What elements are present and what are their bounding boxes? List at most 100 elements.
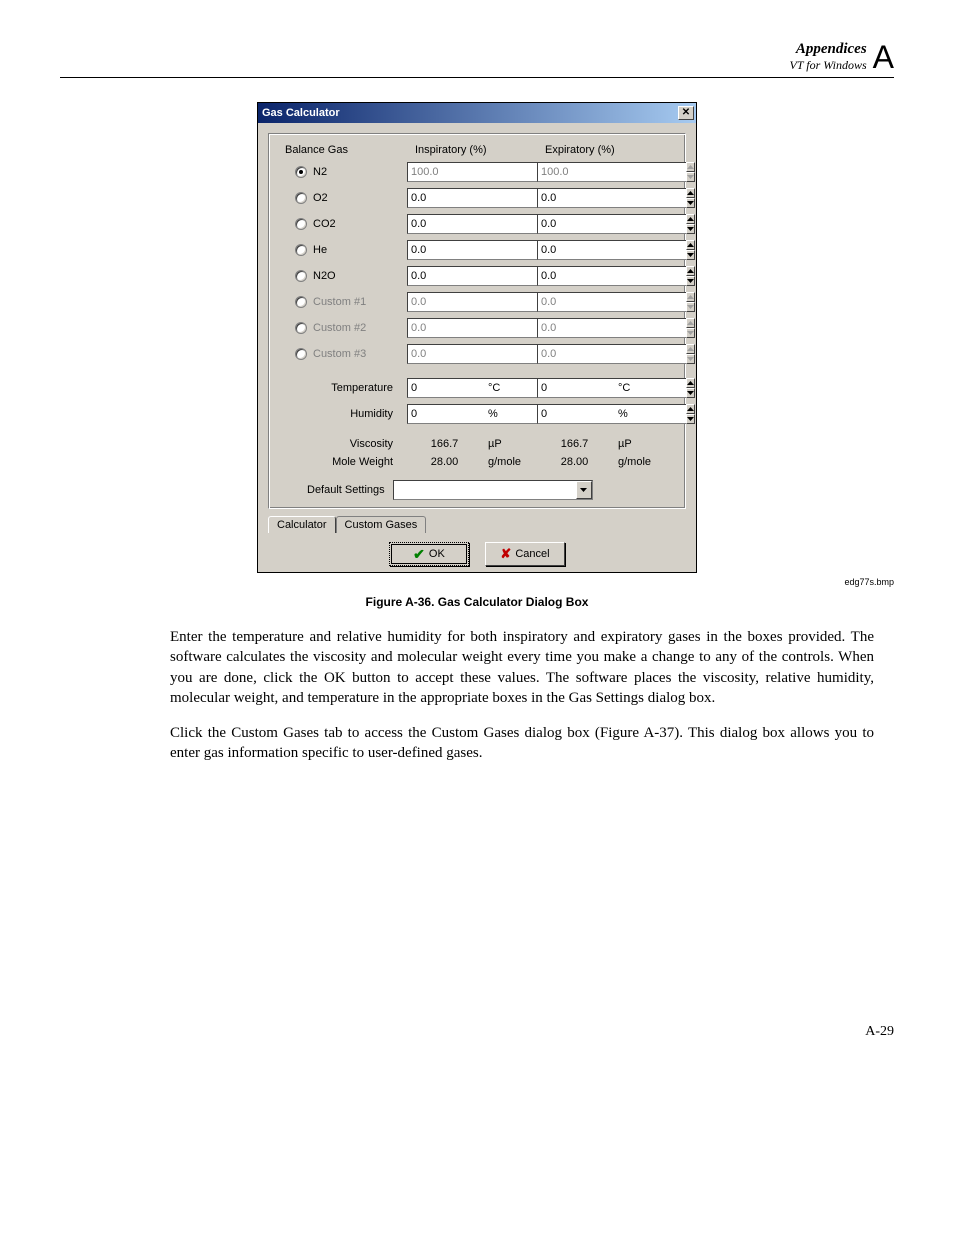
radio-icon xyxy=(295,244,307,256)
gas-3-insp-spinner[interactable] xyxy=(407,240,482,260)
visc-insp-value: 166.7 xyxy=(407,438,482,450)
header-title: Appendices xyxy=(790,41,867,58)
gas-4-insp-spinner[interactable] xyxy=(407,266,482,286)
default-settings-label: Default Settings xyxy=(307,484,385,496)
default-settings-value xyxy=(394,481,576,499)
spin-down-icon[interactable] xyxy=(686,414,695,424)
radio-icon xyxy=(295,296,307,308)
humidity-label: Humidity xyxy=(277,408,407,420)
image-filename: edg77s.bmp xyxy=(60,577,894,587)
spin-down-icon[interactable] xyxy=(686,250,695,260)
gas-radio-0[interactable]: N2 xyxy=(277,166,407,178)
inspiratory-header: Inspiratory (%) xyxy=(407,144,537,156)
mole-exp-value: 28.00 xyxy=(537,456,612,468)
spin-up-icon[interactable] xyxy=(686,404,695,414)
ok-button[interactable]: ✔ OK xyxy=(389,542,469,566)
radio-icon xyxy=(295,192,307,204)
gas-radio-4[interactable]: N2O xyxy=(277,270,407,282)
radio-icon xyxy=(295,348,307,360)
temp-unit: °C xyxy=(488,382,500,394)
gas-1-exp-spinner[interactable] xyxy=(537,188,612,208)
close-button[interactable]: ✕ xyxy=(678,106,694,120)
gas-3-insp-input[interactable] xyxy=(407,240,556,260)
default-settings-combo[interactable] xyxy=(393,480,593,500)
check-icon: ✔ xyxy=(413,546,425,563)
spin-up-icon[interactable] xyxy=(686,266,695,276)
spin-down-icon xyxy=(686,172,695,182)
radio-icon xyxy=(295,270,307,282)
gas-0-exp-spinner xyxy=(537,162,612,182)
spin-down-icon xyxy=(686,328,695,338)
gas-0-insp-input xyxy=(407,162,556,182)
gas-4-exp-input[interactable] xyxy=(537,266,686,286)
spin-down-icon xyxy=(686,354,695,364)
mole-unit: g/mole xyxy=(488,456,521,468)
gas-2-exp-spinner[interactable] xyxy=(537,214,612,234)
gas-4-exp-spinner[interactable] xyxy=(537,266,612,286)
spin-down-icon[interactable] xyxy=(686,388,695,398)
spin-down-icon xyxy=(686,302,695,312)
spin-up-icon[interactable] xyxy=(686,378,695,388)
expiratory-header: Expiratory (%) xyxy=(537,144,667,156)
temp-insp-spinner[interactable] xyxy=(407,378,482,398)
gas-1-exp-input[interactable] xyxy=(537,188,686,208)
gas-radio-1[interactable]: O2 xyxy=(277,192,407,204)
body-paragraph-1: Enter the temperature and relative humid… xyxy=(60,627,894,708)
mole-unit: g/mole xyxy=(618,456,651,468)
gas-6-insp-input xyxy=(407,318,556,338)
spin-up-icon xyxy=(686,318,695,328)
visc-exp-value: 166.7 xyxy=(537,438,612,450)
gas-4-insp-input[interactable] xyxy=(407,266,556,286)
gas-5-insp-spinner xyxy=(407,292,482,312)
temperature-label: Temperature xyxy=(277,382,407,394)
gas-3-exp-input[interactable] xyxy=(537,240,686,260)
spin-up-icon[interactable] xyxy=(686,214,695,224)
gas-5-exp-spinner xyxy=(537,292,612,312)
visc-unit: µP xyxy=(618,438,632,450)
header-letter: A xyxy=(873,41,894,73)
tab-calculator[interactable]: Calculator xyxy=(268,516,336,533)
gas-radio-6: Custom #2 xyxy=(277,322,407,334)
hum-exp-spinner[interactable] xyxy=(537,404,612,424)
hum-insp-input[interactable] xyxy=(407,404,556,424)
gas-1-insp-input[interactable] xyxy=(407,188,556,208)
gas-radio-3[interactable]: He xyxy=(277,244,407,256)
temp-exp-input[interactable] xyxy=(537,378,686,398)
gas-5-insp-input xyxy=(407,292,556,312)
mole-insp-value: 28.00 xyxy=(407,456,482,468)
gas-label: Custom #3 xyxy=(313,348,366,360)
spin-down-icon[interactable] xyxy=(686,276,695,286)
temp-insp-input[interactable] xyxy=(407,378,556,398)
hum-insp-spinner[interactable] xyxy=(407,404,482,424)
gas-7-exp-input xyxy=(537,344,686,364)
hum-unit: % xyxy=(618,408,628,420)
gas-label: CO2 xyxy=(313,218,336,230)
gas-2-exp-input[interactable] xyxy=(537,214,686,234)
gas-2-insp-spinner[interactable] xyxy=(407,214,482,234)
gas-1-insp-spinner[interactable] xyxy=(407,188,482,208)
temp-exp-spinner[interactable] xyxy=(537,378,612,398)
balance-gas-header: Balance Gas xyxy=(277,144,407,156)
figure-caption: Figure A-36. Gas Calculator Dialog Box xyxy=(60,595,894,609)
gas-3-exp-spinner[interactable] xyxy=(537,240,612,260)
gas-7-insp-input xyxy=(407,344,556,364)
chevron-down-icon[interactable] xyxy=(576,481,592,499)
gas-radio-2[interactable]: CO2 xyxy=(277,218,407,230)
gas-2-insp-input[interactable] xyxy=(407,214,556,234)
spin-down-icon[interactable] xyxy=(686,224,695,234)
cancel-button[interactable]: ✘ Cancel xyxy=(485,542,565,566)
body-paragraph-2: Click the Custom Gases tab to access the… xyxy=(60,723,894,764)
close-icon: ✕ xyxy=(682,107,690,118)
tab-custom-gases[interactable]: Custom Gases xyxy=(336,516,427,533)
spin-up-icon[interactable] xyxy=(686,188,695,198)
hum-exp-input[interactable] xyxy=(537,404,686,424)
titlebar[interactable]: Gas Calculator ✕ xyxy=(258,103,696,123)
viscosity-label: Viscosity xyxy=(277,438,407,450)
radio-icon xyxy=(295,322,307,334)
gas-label: Custom #2 xyxy=(313,322,366,334)
gas-5-exp-input xyxy=(537,292,686,312)
spin-up-icon[interactable] xyxy=(686,240,695,250)
gas-radio-7: Custom #3 xyxy=(277,348,407,360)
temp-unit: °C xyxy=(618,382,630,394)
spin-down-icon[interactable] xyxy=(686,198,695,208)
